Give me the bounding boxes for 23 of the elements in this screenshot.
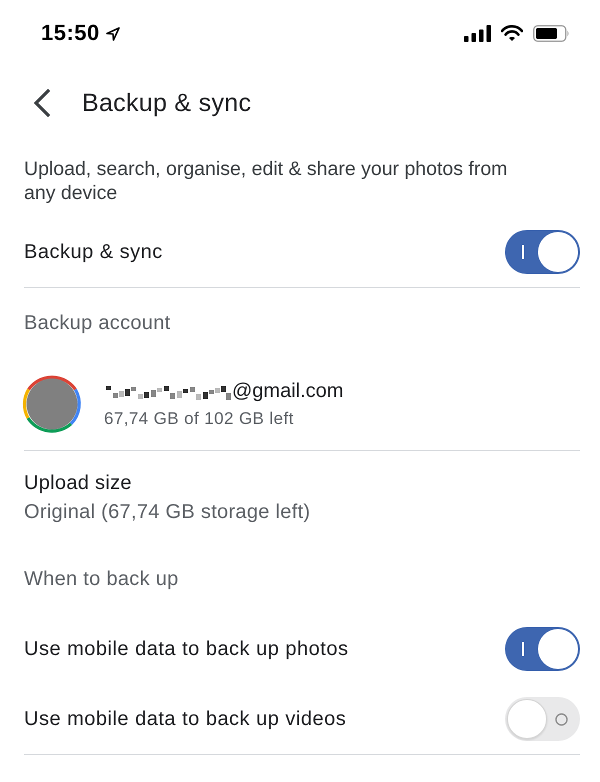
toggle-switch[interactable] <box>505 627 580 671</box>
section-header: When to back up <box>24 567 179 591</box>
setting-label: Upload size <box>24 471 132 495</box>
setting-label: Use mobile data to back up videos <box>24 707 346 731</box>
signal-icon <box>464 24 491 42</box>
storage-quota: 67,74 GB of 102 GB left <box>104 409 295 429</box>
location-arrow-icon <box>106 26 120 40</box>
on-indicator-icon <box>522 642 524 656</box>
account-email: @gmail.com <box>232 379 344 403</box>
setting-label: Backup & sync <box>24 240 163 264</box>
setting-value: Original (67,74 GB storage left) <box>24 500 310 524</box>
on-indicator-icon <box>522 245 524 259</box>
wifi-icon <box>501 25 523 41</box>
setting-label: Use mobile data to back up photos <box>24 637 348 661</box>
off-indicator-icon <box>555 712 568 726</box>
page-title: Backup & sync <box>82 88 252 118</box>
description-text: Upload, search, organise, edit & share your photos from any device <box>24 157 508 206</box>
status-time: 15:50 <box>41 22 100 44</box>
toggle-switch[interactable] <box>505 697 580 741</box>
section-header: Backup account <box>24 311 171 335</box>
back-icon <box>33 89 51 117</box>
battery-icon <box>533 24 570 42</box>
toggle-switch[interactable] <box>505 230 580 274</box>
